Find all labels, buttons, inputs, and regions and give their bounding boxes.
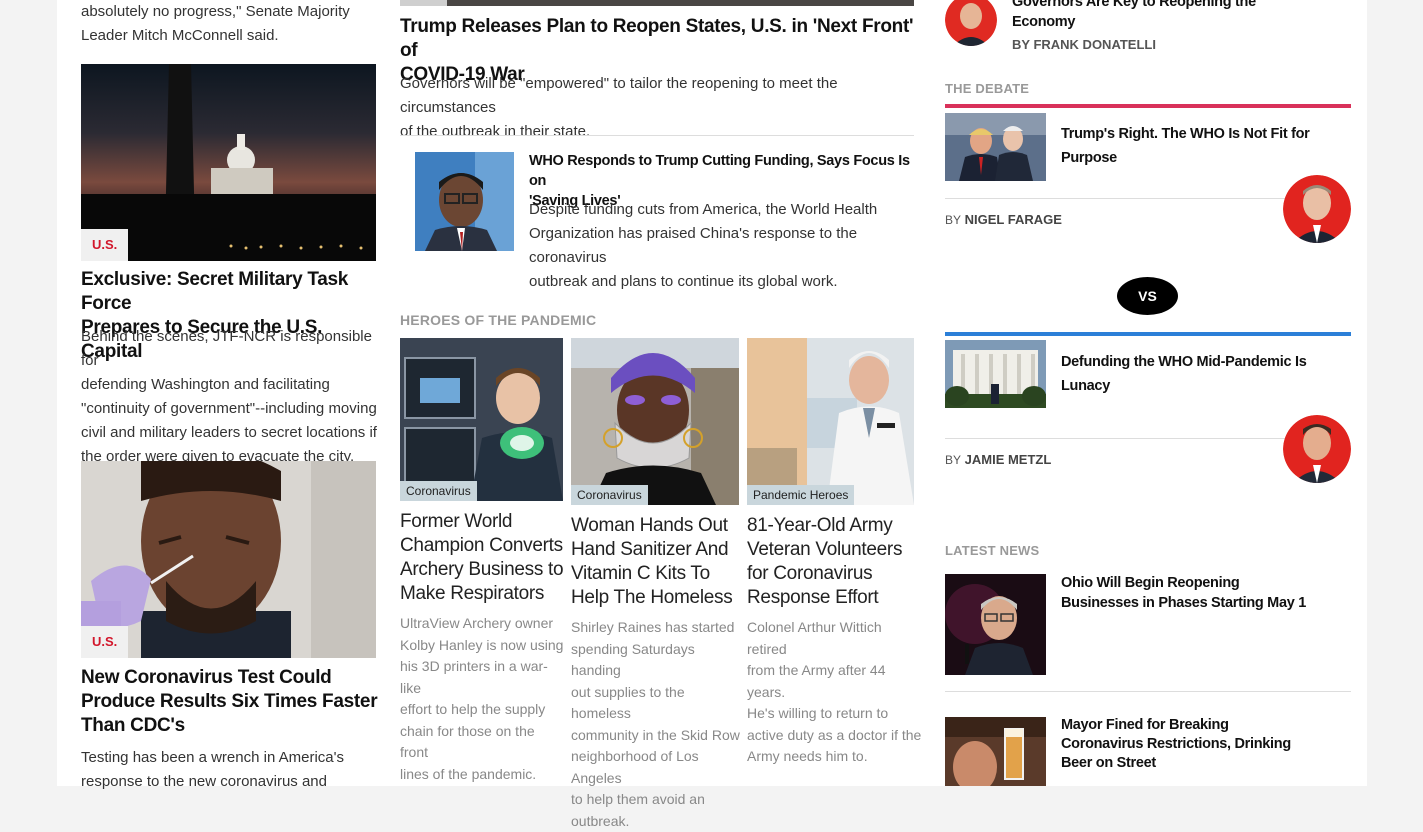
author-link[interactable]: FRANK DONATELLI [1033, 37, 1156, 52]
hero-tag[interactable]: Pandemic Heroes [747, 485, 855, 505]
story-image-capitol[interactable]: U.S. [81, 64, 376, 261]
divider [400, 135, 914, 136]
debate-section-label: THE DEBATE [945, 81, 1030, 96]
left-top-quote: absolutely no progress," Senate Majority… [81, 3, 350, 44]
divider [945, 198, 1285, 199]
hero-title[interactable]: 81-Year-Old Army Veteran Volunteers for … [747, 514, 917, 610]
hero-summary: Colonel Arthur Wittich retired from the … [747, 619, 922, 764]
who-story-thumbnail[interactable] [415, 152, 514, 251]
story-tag[interactable]: U.S. [81, 626, 129, 658]
author-link[interactable]: JAMIE METZL [965, 452, 1052, 467]
hero-title[interactable]: Woman Hands Out Hand Sanitizer And Vitam… [571, 514, 741, 610]
vs-badge: VS [1117, 277, 1178, 315]
hero-tag[interactable]: Coronavirus [400, 481, 477, 501]
author-link[interactable]: NIGEL FARAGE [965, 212, 1062, 227]
debate-thumbnail-whitehouse[interactable] [945, 340, 1046, 408]
byline: BY FRANK DONATELLI [1012, 37, 1156, 52]
heroes-section-label: HEROES OF THE PANDEMIC [400, 312, 597, 328]
story-image-swab-test[interactable]: U.S. [81, 461, 376, 658]
lead-image-edge[interactable] [400, 0, 914, 6]
debate-red-bar [945, 104, 1351, 108]
hero-image-respirators[interactable]: Coronavirus [400, 338, 563, 501]
hero-title[interactable]: Former World Champion Converts Archery B… [400, 510, 565, 606]
author-avatar[interactable] [1283, 415, 1351, 483]
debate-title[interactable]: Defunding the WHO Mid-Pandemic Is Lunacy [1061, 350, 1321, 398]
page: absolutely no progress," Senate Majority… [57, 0, 1367, 829]
story-tag[interactable]: U.S. [81, 229, 129, 261]
latest-thumbnail-ohio[interactable] [945, 574, 1046, 675]
latest-title[interactable]: Ohio Will Begin Reopening Businesses in … [1061, 573, 1321, 613]
author-avatar[interactable] [945, 0, 997, 46]
divider [945, 438, 1285, 439]
latest-title[interactable]: Mayor Fined for Breaking Coronavirus Res… [1061, 716, 1321, 773]
hero-tag[interactable]: Coronavirus [571, 485, 648, 505]
byline: BY JAMIE METZL [945, 452, 1052, 467]
opinion-title[interactable]: Governors Are Key to Reopening the Econo… [1012, 0, 1302, 32]
latest-news-label: LATEST NEWS [945, 543, 1040, 558]
story-summary: Testing has been a wrench in America's r… [81, 749, 345, 790]
hero-image-army-veteran[interactable]: Pandemic Heroes [747, 338, 914, 505]
hero-summary: Shirley Raines has started spending Satu… [571, 619, 740, 829]
author-avatar[interactable] [1283, 175, 1351, 243]
who-story-summary: Despite funding cuts from America, the W… [529, 201, 878, 290]
debate-title[interactable]: Trump's Right. The WHO Is Not Fit for Pu… [1061, 122, 1321, 170]
lead-story-summary: Governors will be "empowered" to tailor … [400, 75, 838, 140]
latest-thumbnail-beer[interactable] [945, 717, 1046, 786]
hero-summary: UltraView Archery owner Kolby Hanley is … [400, 615, 564, 782]
story-summary: Behind the scenes, JTF-NCR is responsibl… [81, 328, 377, 465]
debate-blue-bar [945, 332, 1351, 336]
story-title[interactable]: New Coronavirus Test Could Produce Resul… [81, 666, 381, 738]
debate-thumbnail-trump[interactable] [945, 113, 1046, 181]
divider [945, 691, 1351, 692]
byline: BY NIGEL FARAGE [945, 212, 1062, 227]
hero-image-sanitizer[interactable]: Coronavirus [571, 338, 739, 505]
